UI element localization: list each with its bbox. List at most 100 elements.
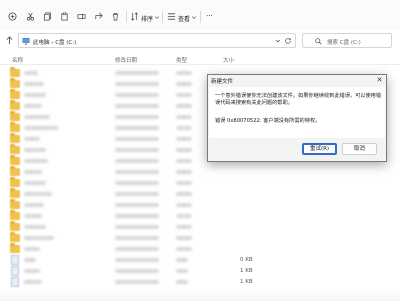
file-type-redacted xyxy=(176,115,192,119)
modified-date-redacted xyxy=(115,225,159,229)
file-name-redacted xyxy=(24,71,38,75)
file-name-redacted xyxy=(24,225,46,229)
chevron-down-icon[interactable] xyxy=(191,13,197,22)
delete-icon[interactable] xyxy=(111,12,120,21)
file-name-redacted xyxy=(24,137,40,141)
column-type[interactable]: 类型 xyxy=(176,56,187,64)
sort-button[interactable]: 排序 xyxy=(141,14,153,23)
folder-icon xyxy=(10,100,20,110)
paste-icon[interactable] xyxy=(60,12,69,21)
cancel-button[interactable]: 取消 xyxy=(342,143,377,155)
file-type-redacted xyxy=(176,159,192,163)
view-button[interactable]: 查看 xyxy=(178,14,190,23)
toolbar-separator xyxy=(200,11,201,23)
file-name-redacted xyxy=(24,93,46,97)
folder-icon xyxy=(10,166,20,176)
dialog-message: 一个意外错误使你无法创建该文件。如果你继续收到此错误，可以使用错误代码来搜索有关… xyxy=(215,93,382,106)
file-size: 1 KB xyxy=(240,279,253,285)
folder-icon xyxy=(10,210,20,220)
folder-icon xyxy=(10,122,20,132)
folder-icon xyxy=(10,188,20,198)
list-item[interactable]: 1 KB xyxy=(0,276,400,288)
modified-date-redacted xyxy=(115,280,159,284)
cut-icon[interactable] xyxy=(26,12,35,21)
column-size[interactable]: 大小 xyxy=(223,56,234,64)
retry-button[interactable]: 重试(R) xyxy=(302,143,337,155)
file-name-redacted xyxy=(24,236,54,240)
modified-date-redacted xyxy=(115,159,159,163)
refresh-icon[interactable] xyxy=(284,37,292,45)
file-icon xyxy=(11,266,19,276)
file-icon xyxy=(11,255,19,265)
modified-date-redacted xyxy=(115,137,159,141)
file-type-redacted xyxy=(176,126,192,130)
modified-date-redacted xyxy=(115,214,159,218)
file-icon xyxy=(11,277,19,287)
view-icon[interactable] xyxy=(167,12,176,21)
folder-icon xyxy=(10,89,20,99)
file-name-redacted xyxy=(24,159,48,163)
file-name-redacted xyxy=(24,258,36,262)
sort-icon[interactable] xyxy=(130,12,139,21)
file-type-redacted xyxy=(176,71,192,75)
folder-icon xyxy=(10,155,20,165)
file-name-redacted xyxy=(24,181,46,185)
file-type-redacted xyxy=(176,280,188,284)
file-size: 0 KB xyxy=(240,257,253,263)
file-type-redacted xyxy=(176,203,192,207)
address-bar[interactable]: 此电脑 › C盘 (C:) xyxy=(18,33,296,48)
file-name-redacted xyxy=(24,104,42,108)
folder-icon xyxy=(10,133,20,143)
file-type-redacted xyxy=(176,247,192,251)
new-item-icon[interactable] xyxy=(8,12,17,21)
modified-date-redacted xyxy=(115,115,159,119)
modified-date-redacted xyxy=(115,236,159,240)
column-header: 名称 修改日期 类型 大小 xyxy=(0,53,400,65)
modified-date-redacted xyxy=(115,247,159,251)
modified-date-redacted xyxy=(115,181,159,185)
file-name-redacted xyxy=(24,280,42,284)
file-type-redacted xyxy=(176,82,192,86)
more-options-button[interactable]: ··· xyxy=(206,12,213,20)
modified-date-redacted xyxy=(115,82,159,86)
file-type-redacted xyxy=(176,93,192,97)
address-bar-row: 此电脑 › C盘 (C:) 搜索 C盘 (C:) xyxy=(0,33,400,48)
folder-icon xyxy=(10,78,20,88)
column-modified[interactable]: 修改日期 xyxy=(115,56,137,64)
file-name-redacted xyxy=(24,247,40,251)
file-name-redacted xyxy=(24,269,40,273)
file-name-redacted xyxy=(24,170,42,174)
search-input[interactable]: 搜索 C盘 (C:) xyxy=(302,33,392,48)
folder-icon xyxy=(10,67,20,77)
chevron-down-icon[interactable] xyxy=(275,38,281,44)
modified-date-redacted xyxy=(115,170,159,174)
folder-icon xyxy=(10,111,20,121)
share-icon[interactable] xyxy=(94,12,103,21)
file-type-redacted xyxy=(176,225,192,229)
file-type-redacted xyxy=(176,104,192,108)
chevron-down-icon[interactable] xyxy=(154,13,160,22)
column-name[interactable]: 名称 xyxy=(12,56,23,64)
file-name-redacted xyxy=(24,82,44,86)
file-name-redacted xyxy=(24,192,52,196)
file-type-redacted xyxy=(176,214,192,218)
up-arrow-icon[interactable] xyxy=(5,36,14,45)
file-type-redacted xyxy=(176,258,188,262)
modified-date-redacted xyxy=(115,93,159,97)
rename-icon[interactable] xyxy=(77,12,86,21)
file-name-redacted xyxy=(24,126,58,130)
file-type-redacted xyxy=(176,148,192,152)
modified-date-redacted xyxy=(115,269,159,273)
toolbar-separator xyxy=(162,11,163,23)
modified-date-redacted xyxy=(115,148,159,152)
modified-date-redacted xyxy=(115,258,159,262)
pc-icon xyxy=(22,37,30,45)
file-size: 1 KB xyxy=(240,268,253,274)
folder-icon xyxy=(10,144,20,154)
dialog-content: 一个意外错误使你无法创建该文件。如果你继续收到此错误，可以使用错误代码来搜索有关… xyxy=(209,87,385,138)
copy-icon[interactable] xyxy=(43,12,52,21)
folder-icon xyxy=(10,177,20,187)
close-icon[interactable]: ✕ xyxy=(373,75,386,86)
modified-date-redacted xyxy=(115,203,159,207)
file-name-redacted xyxy=(24,203,44,207)
